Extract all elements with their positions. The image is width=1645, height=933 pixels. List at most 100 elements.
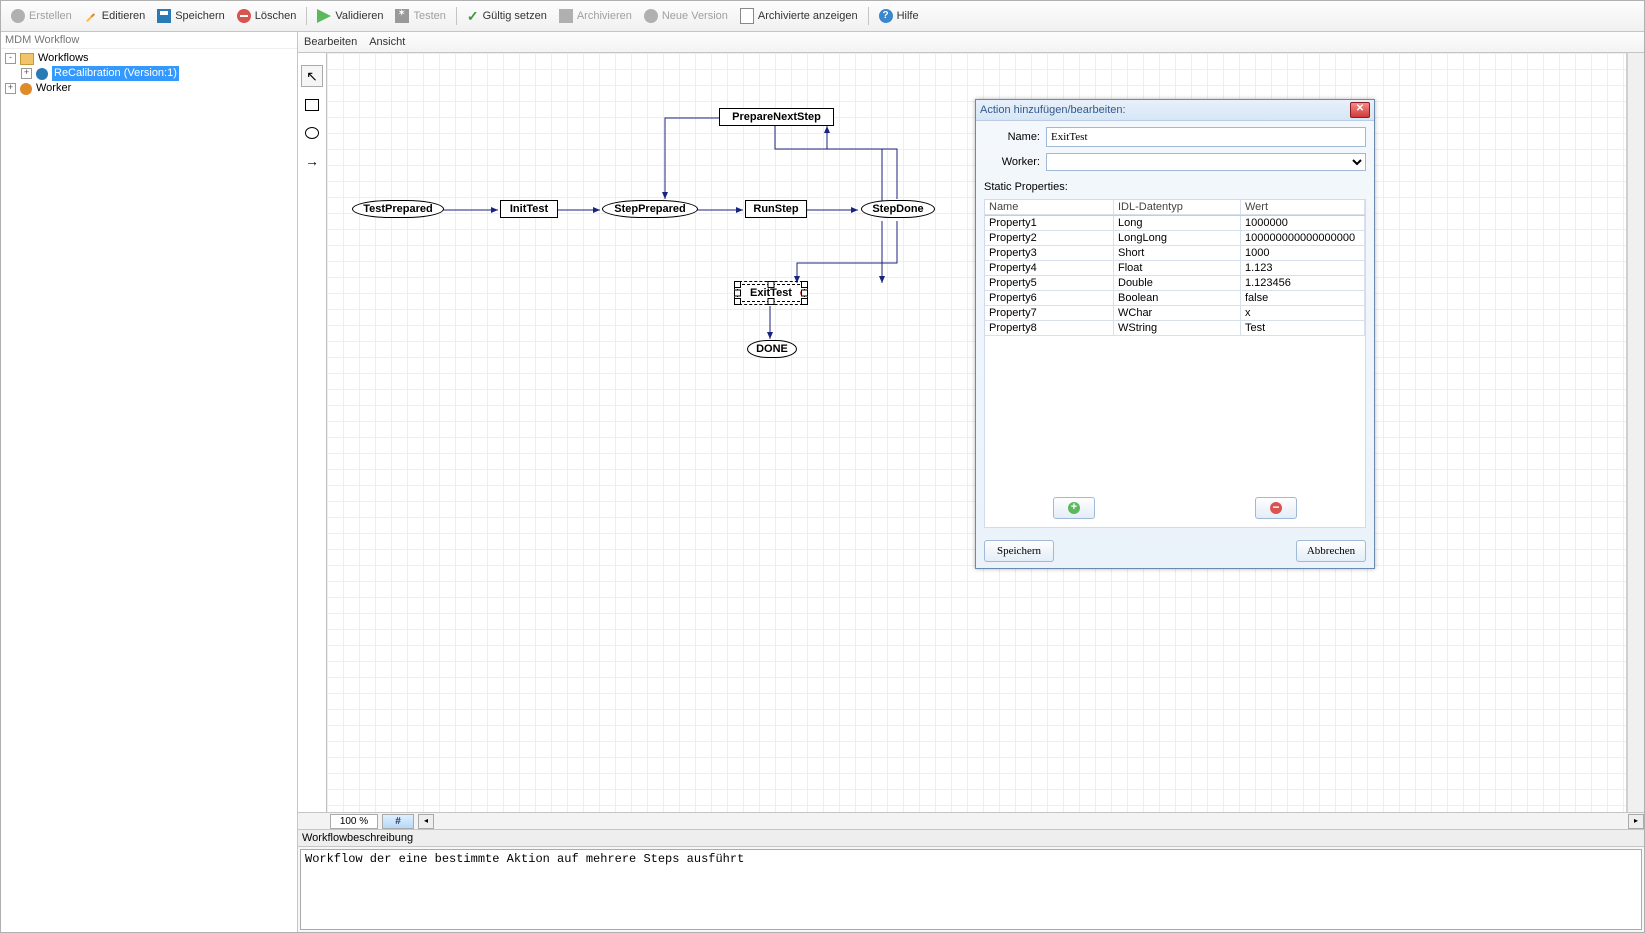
col-value: Wert [1241, 200, 1365, 215]
test-button[interactable]: Testen [389, 4, 451, 28]
zoom-percent[interactable]: 100 % [330, 814, 378, 829]
archive-icon [559, 9, 573, 23]
cell-value: 1.123 [1241, 261, 1365, 276]
table-row[interactable]: Property4Float1.123 [985, 261, 1365, 276]
test-icon [395, 9, 409, 23]
resize-handle[interactable] [734, 298, 741, 305]
resize-handle[interactable] [801, 298, 808, 305]
archive-button[interactable]: Archivieren [553, 4, 638, 28]
zoom-reset-button[interactable]: # [382, 814, 414, 829]
menu-ansicht[interactable]: Ansicht [369, 36, 405, 48]
zoom-bar: 100 % # ◂ ▸ [298, 812, 1644, 829]
table-row[interactable]: Property5Double1.123456 [985, 276, 1365, 291]
expand-icon[interactable]: - [5, 53, 16, 64]
tree[interactable]: - Workflows + ReCalibration (Version:1) … [1, 49, 297, 932]
minus-icon: − [1270, 502, 1282, 514]
node-label: StepPrepared [614, 203, 686, 215]
canvas[interactable]: PrepareNextStep TestPrepared InitTest St… [327, 53, 1627, 812]
node-label: RunStep [753, 203, 798, 215]
main-toolbar: Erstellen Editieren Speichern Löschen Va… [1, 1, 1644, 32]
table-row[interactable]: Property7WCharx [985, 306, 1365, 321]
canvas-wrap: ↖ → [298, 53, 1644, 812]
node-stepdone[interactable]: StepDone [861, 200, 935, 218]
body: MDM Workflow - Workflows + ReCalibration… [1, 32, 1644, 932]
cell-name: Property4 [985, 261, 1114, 276]
hscroll-right-button[interactable]: ▸ [1628, 814, 1644, 829]
expand-icon[interactable]: + [21, 68, 32, 79]
name-label: Name: [984, 131, 1040, 143]
close-icon[interactable]: ✕ [1350, 102, 1370, 118]
add-row-button[interactable]: + [1053, 497, 1095, 519]
remove-row-button[interactable]: − [1255, 497, 1297, 519]
dialog-titlebar[interactable]: Action hinzufügen/bearbeiten: ✕ [976, 100, 1374, 121]
dialog-footer: Speichern Abbrechen [976, 534, 1374, 568]
dialog-save-button[interactable]: Speichern [984, 540, 1054, 562]
tree-row-worker[interactable]: + Worker [5, 81, 293, 96]
resize-handle[interactable] [734, 290, 741, 297]
edit-button[interactable]: Editieren [78, 4, 151, 28]
cell-type: Boolean [1114, 291, 1241, 306]
tree-row-workflows[interactable]: - Workflows [5, 51, 293, 66]
table-row[interactable]: Property6Booleanfalse [985, 291, 1365, 306]
save-label: Speichern [175, 10, 225, 22]
tool-rect[interactable] [302, 95, 322, 115]
menu-bearbeiten[interactable]: Bearbeiten [304, 36, 357, 48]
dialog-cancel-button[interactable]: Abbrechen [1296, 540, 1366, 562]
tool-ellipse[interactable] [302, 123, 322, 143]
props-rows: Property1Long1000000Property2LongLong100… [985, 216, 1365, 336]
table-row[interactable]: Property1Long1000000 [985, 216, 1365, 231]
showarchived-label: Archivierte anzeigen [758, 10, 858, 22]
node-exittest-selected[interactable]: ExitTest [737, 284, 805, 302]
table-row[interactable]: Property2LongLong100000000000000000 [985, 231, 1365, 246]
tool-pointer[interactable]: ↖ [301, 65, 323, 87]
check-icon: ✓ [467, 8, 479, 25]
tree-label: Worker [36, 81, 71, 96]
name-input[interactable] [1046, 127, 1366, 147]
help-button[interactable]: ?Hilfe [873, 4, 925, 28]
showarchived-button[interactable]: Archivierte anzeigen [734, 4, 864, 28]
edit-label: Editieren [102, 10, 145, 22]
expand-icon[interactable]: + [5, 83, 16, 94]
cell-value: false [1241, 291, 1365, 306]
node-stepprepared[interactable]: StepPrepared [602, 200, 698, 218]
props-header: Name IDL-Datentyp Wert [985, 200, 1365, 216]
tree-label-selected: ReCalibration (Version:1) [52, 66, 179, 81]
cell-name: Property5 [985, 276, 1114, 291]
hscroll-left-button[interactable]: ◂ [418, 814, 434, 829]
node-inittest[interactable]: InitTest [500, 200, 558, 218]
cell-type: Long [1114, 216, 1241, 231]
node-testprepared[interactable]: TestPrepared [352, 200, 444, 218]
validate-button[interactable]: Validieren [311, 4, 389, 28]
save-button[interactable]: Speichern [151, 4, 231, 28]
node-label: StepDone [872, 203, 923, 215]
node-preparenextstep[interactable]: PrepareNextStep [719, 108, 834, 126]
newversion-icon [644, 9, 658, 23]
tool-arrow[interactable]: → [302, 151, 322, 171]
resize-handle[interactable] [734, 281, 741, 288]
table-row[interactable]: Property3Short1000 [985, 246, 1365, 261]
worker-select[interactable] [1046, 153, 1366, 171]
node-done[interactable]: DONE [747, 340, 797, 358]
worker-label: Worker: [984, 156, 1040, 168]
node-runstep[interactable]: RunStep [745, 200, 807, 218]
delete-button[interactable]: Löschen [231, 4, 303, 28]
gear-icon [20, 83, 32, 95]
resize-handle[interactable] [768, 281, 775, 288]
newversion-button[interactable]: Neue Version [638, 4, 734, 28]
create-button[interactable]: Erstellen [5, 4, 78, 28]
table-row[interactable]: Property8WStringTest [985, 321, 1365, 336]
save-icon [157, 9, 171, 23]
description-panel: Workflowbeschreibung Workflow der eine b… [298, 829, 1644, 932]
resize-handle[interactable] [768, 298, 775, 305]
tree-row-recalibration[interactable]: + ReCalibration (Version:1) [5, 66, 293, 81]
resize-handle[interactable] [801, 290, 808, 297]
node-label: InitTest [510, 203, 548, 215]
description-text[interactable]: Workflow der eine bestimmte Aktion auf m… [300, 849, 1642, 930]
cell-type: Short [1114, 246, 1241, 261]
create-icon [11, 9, 25, 23]
setvalid-button[interactable]: ✓Gültig setzen [461, 4, 553, 28]
ellipse-icon [305, 127, 319, 139]
static-props-label: Static Properties: [984, 181, 1366, 193]
resize-handle[interactable] [801, 281, 808, 288]
vertical-scrollbar[interactable] [1627, 53, 1644, 812]
